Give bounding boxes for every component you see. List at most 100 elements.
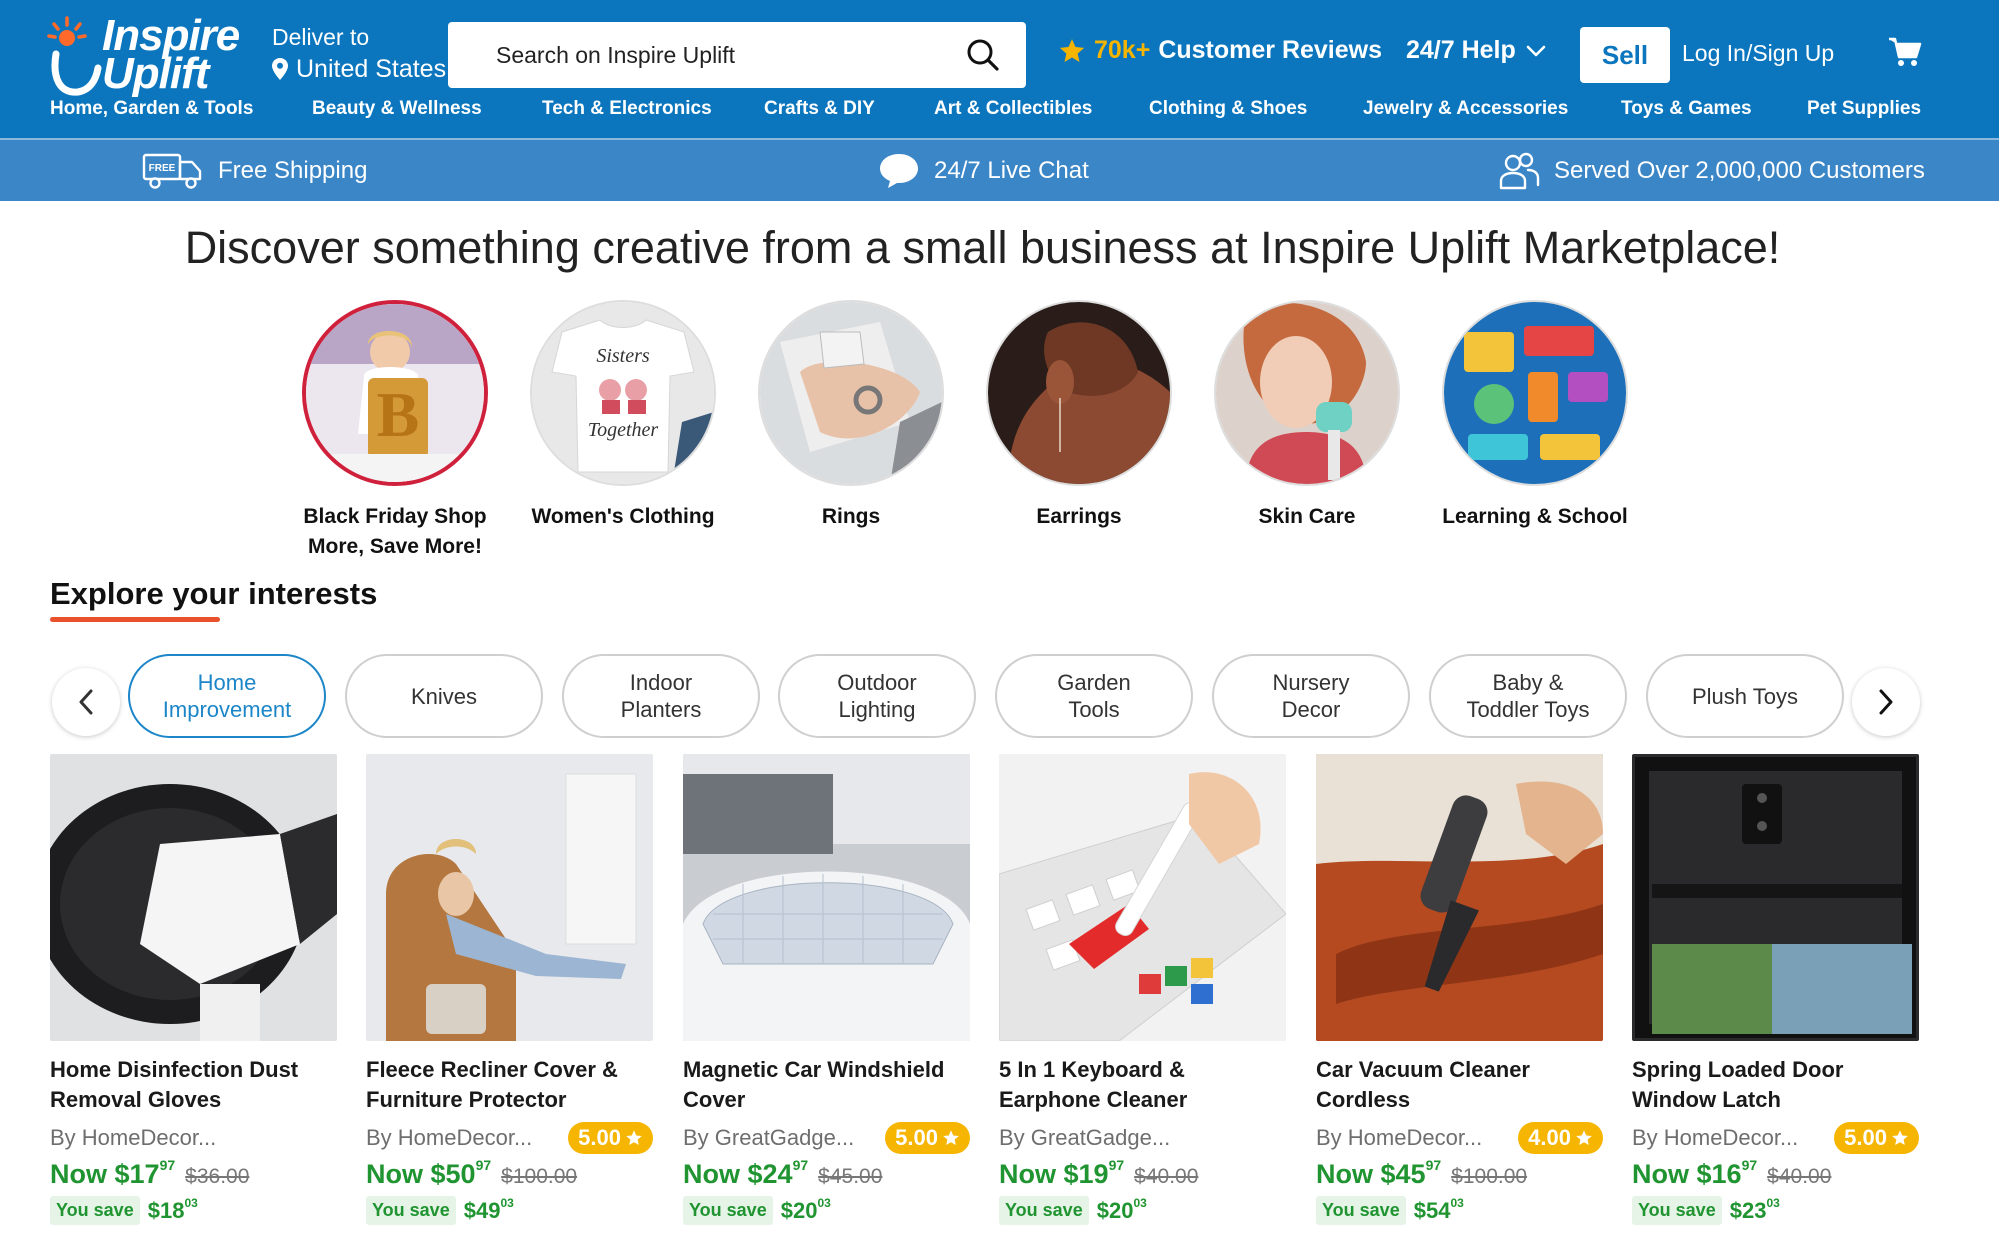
save-dollars: $49 bbox=[463, 1197, 501, 1223]
chip-plush-toys[interactable]: Plush Toys bbox=[1646, 654, 1844, 738]
save-amount: $1803 bbox=[148, 1196, 198, 1224]
login-signup-link[interactable]: Log In/Sign Up bbox=[1682, 40, 1834, 67]
served-customers: Served Over 2,000,000 Customers bbox=[1498, 140, 1925, 201]
price-dollars: $24 bbox=[747, 1159, 793, 1189]
save-label: You save bbox=[366, 1196, 456, 1225]
help-menu[interactable]: 24/7 Help bbox=[1406, 36, 1546, 65]
category-tech-electronics[interactable]: Tech & Electronics bbox=[542, 98, 712, 120]
featured-label: Learning & School bbox=[1442, 505, 1628, 528]
save-amount: $2303 bbox=[1730, 1196, 1780, 1224]
product-image[interactable] bbox=[1632, 754, 1919, 1041]
category-art-collectibles[interactable]: Art & Collectibles bbox=[934, 98, 1092, 120]
category-beauty-wellness[interactable]: Beauty & Wellness bbox=[312, 98, 482, 120]
price-row: Now $5097 $100.00 bbox=[366, 1157, 653, 1190]
featured-label: Black Friday Shop More, Save More! bbox=[303, 505, 487, 558]
price-now-label: Now bbox=[1316, 1159, 1373, 1189]
product-card[interactable]: 5 In 1 Keyboard & Earphone Cleaner By Gr… bbox=[999, 754, 1286, 1225]
featured-image bbox=[1214, 300, 1400, 486]
inspire-uplift-logo[interactable]: Inspire Uplift bbox=[46, 10, 240, 96]
featured-image bbox=[1442, 300, 1628, 486]
product-meta: By HomeDecor... 5.00 bbox=[1632, 1121, 1919, 1155]
featured-image: Sisters Together bbox=[530, 300, 716, 486]
save-row: You save $2003 bbox=[999, 1196, 1286, 1225]
cart-icon[interactable] bbox=[1888, 36, 1922, 68]
featured-womens-clothing[interactable]: Sisters Together Women's Clothing bbox=[509, 300, 737, 532]
chip-nursery-decor[interactable]: Nursery Decor bbox=[1212, 654, 1410, 738]
category-clothing-shoes[interactable]: Clothing & Shoes bbox=[1149, 98, 1307, 120]
category-nav: Home, Garden & Tools Beauty & Wellness T… bbox=[0, 98, 1999, 132]
chip-indoor-planters[interactable]: Indoor Planters bbox=[562, 654, 760, 738]
price-cents: 97 bbox=[475, 1157, 492, 1173]
product-seller[interactable]: By HomeDecor... bbox=[366, 1125, 532, 1151]
product-name[interactable]: Fleece Recliner Cover & Furniture Protec… bbox=[366, 1055, 653, 1115]
price-dollars: $19 bbox=[1063, 1159, 1109, 1189]
save-cents: 03 bbox=[184, 1196, 198, 1211]
product-card[interactable]: Car Vacuum Cleaner Cordless By HomeDecor… bbox=[1316, 754, 1603, 1225]
customer-reviews-link[interactable]: 70k+ Customer Reviews bbox=[1058, 36, 1382, 65]
featured-learning-school[interactable]: Learning & School bbox=[1421, 300, 1649, 532]
product-meta: By GreatGadge... bbox=[999, 1121, 1286, 1155]
product-seller[interactable]: By GreatGadge... bbox=[683, 1125, 854, 1151]
product-card[interactable]: Fleece Recliner Cover & Furniture Protec… bbox=[366, 754, 653, 1225]
product-name[interactable]: Car Vacuum Cleaner Cordless bbox=[1316, 1055, 1603, 1115]
featured-black-friday[interactable]: B Black Friday Shop More, Save More! bbox=[281, 300, 509, 562]
sell-button[interactable]: Sell bbox=[1580, 27, 1670, 83]
chip-home-improvement[interactable]: Home Improvement bbox=[128, 654, 326, 738]
save-label: You save bbox=[1632, 1196, 1722, 1225]
product-name[interactable]: Magnetic Car Windshield Cover bbox=[683, 1055, 970, 1115]
product-image[interactable] bbox=[366, 754, 653, 1041]
served-label: Served Over 2,000,000 Customers bbox=[1554, 156, 1925, 184]
deliver-label: Deliver to bbox=[272, 24, 370, 50]
deliver-to[interactable]: Deliver to United States bbox=[272, 22, 446, 86]
chevron-left-icon bbox=[79, 689, 93, 715]
featured-label: Rings bbox=[821, 505, 881, 528]
chip-baby-toddler-toys[interactable]: Baby & Toddler Toys bbox=[1429, 654, 1627, 738]
featured-skin-care[interactable]: Skin Care bbox=[1193, 300, 1421, 532]
price-row: Now $2497 $45.00 bbox=[683, 1157, 970, 1190]
product-name[interactable]: Spring Loaded Door Window Latch bbox=[1632, 1055, 1919, 1115]
product-seller[interactable]: By HomeDecor... bbox=[1316, 1125, 1482, 1151]
chip-garden-tools[interactable]: Garden Tools bbox=[995, 654, 1193, 738]
featured-earrings[interactable]: Earrings bbox=[965, 300, 1193, 532]
product-image[interactable] bbox=[1316, 754, 1603, 1041]
product-seller[interactable]: By GreatGadge... bbox=[999, 1125, 1170, 1151]
save-dollars: $54 bbox=[1413, 1197, 1451, 1223]
free-badge-text: FREE bbox=[149, 163, 176, 174]
product-name[interactable]: 5 In 1 Keyboard & Earphone Cleaner bbox=[999, 1055, 1286, 1115]
save-amount: $4903 bbox=[463, 1196, 514, 1224]
price-was: $45.00 bbox=[818, 1165, 883, 1188]
star-icon bbox=[1576, 1130, 1592, 1146]
save-row: You save $5403 bbox=[1316, 1196, 1603, 1225]
category-pet-supplies[interactable]: Pet Supplies bbox=[1807, 98, 1921, 120]
product-image[interactable] bbox=[999, 754, 1286, 1041]
chevron-right-icon bbox=[1879, 689, 1893, 715]
product-meta: By HomeDecor... bbox=[50, 1121, 337, 1155]
search-icon[interactable] bbox=[966, 38, 1000, 72]
price-was: $100.00 bbox=[1451, 1165, 1528, 1188]
featured-image: B bbox=[302, 300, 488, 486]
product-card[interactable]: Spring Loaded Door Window Latch By HomeD… bbox=[1632, 754, 1919, 1225]
product-image[interactable] bbox=[683, 754, 970, 1041]
category-toys-games[interactable]: Toys & Games bbox=[1621, 98, 1752, 120]
product-card[interactable]: Home Disinfection Dust Removal Gloves By… bbox=[50, 754, 337, 1225]
chips-prev-button[interactable] bbox=[52, 668, 120, 736]
category-crafts-diy[interactable]: Crafts & DIY bbox=[764, 98, 875, 120]
category-home-garden-tools[interactable]: Home, Garden & Tools bbox=[50, 98, 253, 120]
search-bar[interactable] bbox=[448, 22, 1026, 88]
save-dollars: $20 bbox=[1096, 1197, 1134, 1223]
star-icon bbox=[943, 1130, 959, 1146]
save-row: You save $4903 bbox=[366, 1196, 653, 1225]
product-image[interactable] bbox=[50, 754, 337, 1041]
product-name[interactable]: Home Disinfection Dust Removal Gloves bbox=[50, 1055, 337, 1115]
chip-knives[interactable]: Knives bbox=[345, 654, 543, 738]
featured-label: Skin Care bbox=[1258, 505, 1356, 528]
featured-rings[interactable]: Rings bbox=[737, 300, 965, 532]
product-seller[interactable]: By HomeDecor... bbox=[50, 1125, 216, 1151]
search-input[interactable] bbox=[496, 41, 966, 69]
product-seller[interactable]: By HomeDecor... bbox=[1632, 1125, 1798, 1151]
product-card[interactable]: Magnetic Car Windshield Cover By GreatGa… bbox=[683, 754, 970, 1225]
category-jewelry-accessories[interactable]: Jewelry & Accessories bbox=[1363, 98, 1568, 120]
chips-next-button[interactable] bbox=[1852, 668, 1920, 736]
live-chat[interactable]: 24/7 Live Chat bbox=[878, 140, 1089, 201]
chip-outdoor-lighting[interactable]: Outdoor Lighting bbox=[778, 654, 976, 738]
